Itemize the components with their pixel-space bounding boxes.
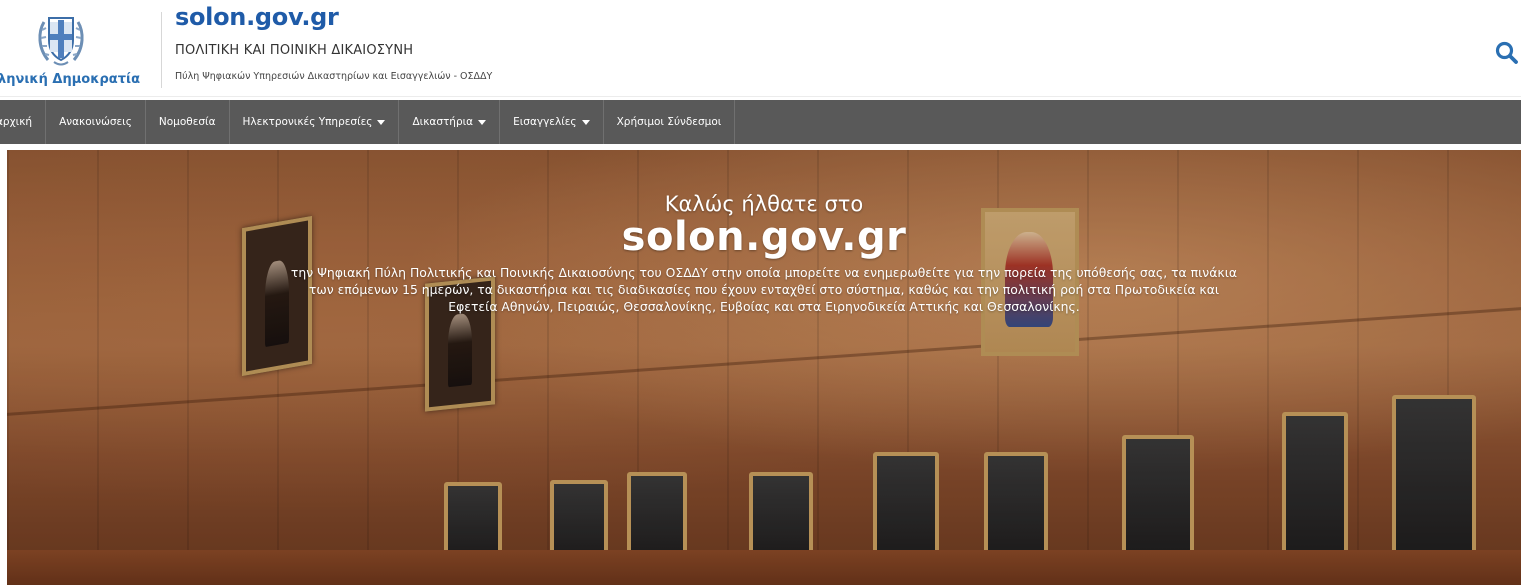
site-header: ληνική Δημοκρατία solon.gov.gr ΠΟΛΙΤΙΚΗ … <box>0 0 1521 96</box>
nav-item-label: Ηλεκτρονικές Υπηρεσίες <box>242 116 373 128</box>
site-title[interactable]: solon.gov.gr <box>175 3 339 31</box>
nav-item-4[interactable]: Δικαστήρια <box>399 100 501 144</box>
nav-item-label: Νομοθεσία <box>158 116 216 128</box>
hero-description-line: Εφετεία Αθηνών, Πειραιώς, Θεσσαλονίκης, … <box>448 299 1080 314</box>
nav-item-0[interactable]: αρχική <box>0 100 47 144</box>
nav-item-label: Δικαστήρια <box>412 116 474 128</box>
header-rule <box>0 96 1521 97</box>
hero-description-line: των επόμενων 15 ημερών, τα δικαστήρια κα… <box>308 282 1220 297</box>
hero-description-line: την Ψηφιακή Πύλη Πολιτικής και Ποινικής … <box>290 265 1238 280</box>
nav-item-5[interactable]: Εισαγγελίες <box>500 100 604 144</box>
site-tagline: Πύλη Ψηφιακών Υπηρεσιών Δικαστηρίων και … <box>175 71 493 82</box>
logo-text: ληνική Δημοκρατία <box>0 72 140 87</box>
nav-item-1[interactable]: Ανακοινώσεις <box>46 100 146 144</box>
nav-item-2[interactable]: Νομοθεσία <box>146 100 230 144</box>
nav-items: αρχική Ανακοινώσεις Νομοθεσία Ηλεκτρονικές … <box>0 100 736 144</box>
site-subtitle: ΠΟΛΙΤΙΚΗ ΚΑΙ ΠΟΙΝΙΚΗ ΔΙΚΑΙΟΣΥΝΗ <box>175 43 414 58</box>
nav-item-3[interactable]: Ηλεκτρονικές Υπηρεσίες <box>230 100 400 144</box>
search-button[interactable] <box>1494 40 1521 68</box>
nav-item-label: Ανακοινώσεις <box>59 116 132 128</box>
hero-title: solon.gov.gr <box>621 214 907 260</box>
main-nav: αρχική Ανακοινώσεις Νομοθεσία Ηλεκτρονικές … <box>0 100 1521 144</box>
nav-item-label: αρχική <box>0 116 33 128</box>
site-logo[interactable]: ληνική Δημοκρατία <box>0 8 160 88</box>
nav-item-6[interactable]: Χρήσιμοι Σύνδεσμοι <box>604 100 736 144</box>
coat-of-arms-icon <box>38 17 84 66</box>
nav-item-label: Εισαγγελίες <box>513 116 577 128</box>
search-icon <box>1495 41 1518 64</box>
header-divider <box>161 12 162 88</box>
nav-item-label: Χρήσιμοι Σύνδεσμοι <box>616 116 722 128</box>
hero-welcome: Καλώς ήλθατε στο <box>664 192 864 216</box>
hero-description: την Ψηφιακή Πύλη Πολιτικής και Ποινικής … <box>244 264 1284 315</box>
caret-down-icon <box>581 119 590 125</box>
hero-banner: Καλώς ήλθατε στο solon.gov.gr την Ψηφιακ… <box>7 150 1521 585</box>
caret-down-icon <box>478 119 487 125</box>
caret-down-icon <box>377 119 386 125</box>
